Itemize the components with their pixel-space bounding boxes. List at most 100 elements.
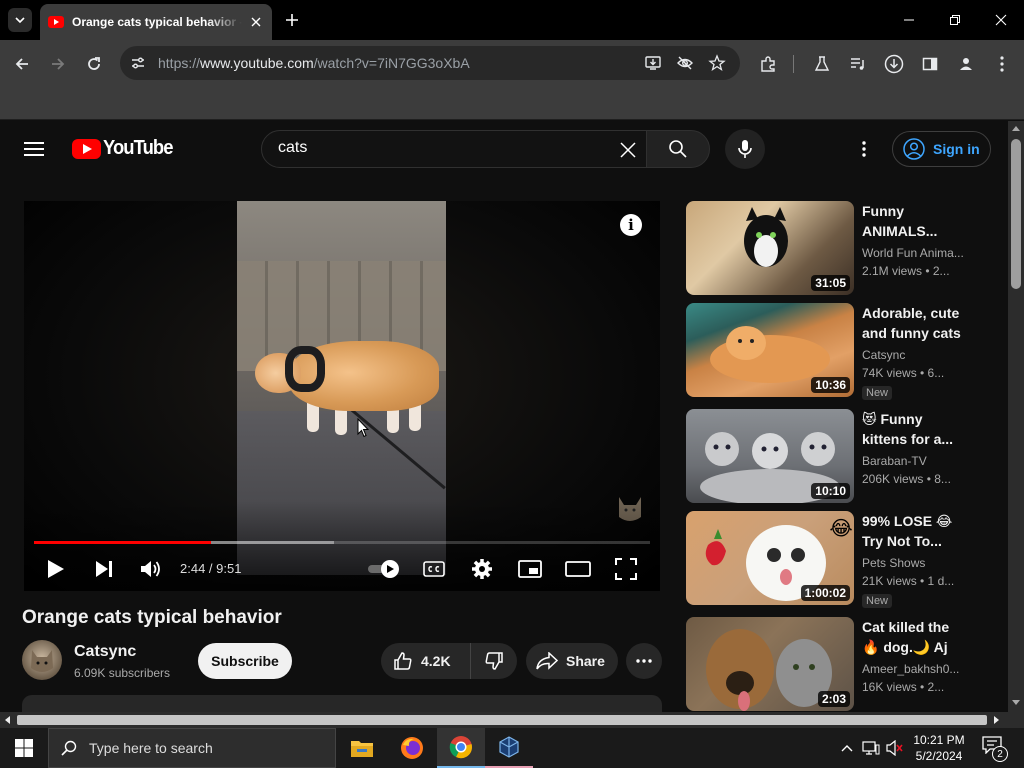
windows-taskbar: Type here to search 10:21 PM 5/2/2024 2 — [0, 728, 1024, 768]
recommendation-channel[interactable]: Ameer_bakhsh0... — [862, 662, 966, 676]
recommendation-item[interactable]: 10:10 😻 Funny kittens for a... Baraban-T… — [686, 409, 986, 505]
recommendation-item[interactable]: 2:03 Cat killed the🔥 dog.🌙 Aj is... Amee… — [686, 617, 986, 712]
network-icon[interactable] — [861, 738, 881, 758]
info-icon[interactable]: i — [620, 214, 642, 236]
theater-mode-button[interactable] — [564, 555, 592, 583]
browser-menu-button[interactable] — [990, 52, 1014, 76]
recommendation-title[interactable]: 99% LOSE 😂 Try Not To... — [862, 511, 966, 551]
search-icon — [61, 740, 77, 756]
install-app-icon[interactable] — [644, 54, 662, 72]
address-bar[interactable]: https://www.youtube.com/watch?v=7iN7GG3o… — [120, 46, 740, 80]
search-input[interactable] — [278, 139, 598, 157]
play-button[interactable] — [42, 555, 70, 583]
recommendation-title[interactable]: Funny ANIMALS... — [862, 201, 966, 241]
recommendation-channel[interactable]: Catsync — [862, 348, 966, 362]
system-clock[interactable]: 10:21 PM 5/2/2024 — [904, 732, 974, 764]
recommendation-thumbnail[interactable]: 31:05 — [686, 201, 854, 295]
description-box[interactable] — [22, 695, 662, 712]
bookmark-star-icon[interactable] — [708, 54, 726, 72]
recommendation-thumbnail[interactable]: 10:36 — [686, 303, 854, 397]
recommendation-item[interactable]: 31:05 Funny ANIMALS... World Fun Anima..… — [686, 201, 986, 297]
recommendation-thumbnail[interactable]: 2:03 — [686, 617, 854, 711]
profile-button[interactable] — [954, 52, 978, 76]
clear-search-icon[interactable] — [616, 138, 640, 162]
side-panel-button[interactable] — [918, 52, 942, 76]
extensions-button[interactable] — [756, 52, 780, 76]
back-button[interactable] — [10, 52, 34, 76]
chrome-app[interactable] — [437, 728, 485, 768]
flask-icon — [813, 55, 831, 73]
tab-search-button[interactable] — [8, 8, 32, 32]
miniplayer-button[interactable] — [516, 555, 544, 583]
settings-button[interactable] — [468, 555, 496, 583]
recommendation-thumbnail[interactable]: 10:10 — [686, 409, 854, 503]
firefox-app[interactable] — [388, 728, 436, 768]
window-minimize-button[interactable] — [886, 0, 932, 40]
settings-menu-button[interactable] — [852, 137, 876, 161]
sign-in-button[interactable]: Sign in — [892, 131, 991, 167]
horizontal-scrollbar[interactable] — [0, 712, 1008, 728]
reload-button[interactable] — [82, 52, 106, 76]
scroll-right-arrow-icon[interactable] — [994, 716, 1000, 724]
more-actions-button[interactable] — [626, 643, 662, 679]
subtitles-button[interactable] — [420, 555, 448, 583]
youtube-logo[interactable]: YouTube — [72, 137, 179, 160]
vertical-scrollbar[interactable] — [1008, 121, 1024, 712]
mute-button[interactable] — [137, 555, 165, 583]
volume-muted-icon[interactable] — [885, 738, 905, 758]
start-button[interactable] — [0, 728, 48, 768]
eye-slash-icon[interactable] — [676, 54, 694, 72]
browser-tab-active[interactable]: Orange cats typical behavior - YouTube — [40, 4, 272, 40]
channel-avatar[interactable] — [22, 640, 62, 680]
like-button[interactable]: 4.2K — [381, 643, 471, 679]
recommendation-title[interactable]: Adorable, cute and funny cats — [862, 303, 966, 343]
virtualbox-app[interactable] — [485, 728, 533, 768]
recommendation-channel[interactable]: Baraban-TV — [862, 454, 966, 468]
playlist-music-icon — [849, 55, 867, 73]
recommendation-item[interactable]: 10:36 Adorable, cute and funny cats Cats… — [686, 303, 986, 400]
taskbar-search[interactable]: Type here to search — [48, 728, 336, 768]
clock-time: 10:21 PM — [913, 733, 965, 747]
recommendation-title[interactable]: 😻 Funny kittens for a... — [862, 409, 966, 449]
person-icon — [958, 56, 974, 72]
recommendation-title[interactable]: Cat killed the🔥 dog.🌙 Aj is... — [862, 617, 966, 657]
play-icon — [47, 559, 65, 579]
recommendation-thumbnail[interactable]: 😂 1:00:02 — [686, 511, 854, 605]
downloads-button[interactable] — [882, 52, 906, 76]
labs-button[interactable] — [810, 52, 834, 76]
chevron-down-icon — [14, 14, 26, 26]
subscribe-button[interactable]: Subscribe — [198, 643, 292, 679]
tab-close-icon[interactable] — [248, 14, 264, 30]
site-settings-icon[interactable] — [130, 55, 146, 71]
recommendation-item[interactable]: 😂 1:00:02 99% LOSE 😂 Try Not To... Pets … — [686, 511, 986, 608]
recommendation-channel[interactable]: Pets Shows — [862, 556, 966, 570]
window-close-button[interactable] — [978, 0, 1024, 40]
subscriber-count: 6.09K subscribers — [74, 666, 171, 680]
media-controls-button[interactable] — [846, 52, 870, 76]
forward-button[interactable] — [46, 52, 70, 76]
vertical-scroll-thumb[interactable] — [1011, 139, 1021, 289]
horizontal-scroll-thumb[interactable] — [17, 715, 987, 725]
voice-search-button[interactable] — [725, 129, 765, 169]
microphone-icon — [737, 139, 753, 159]
progress-bar[interactable] — [34, 541, 650, 544]
fullscreen-button[interactable] — [612, 555, 640, 583]
next-button[interactable] — [90, 555, 118, 583]
new-tab-button[interactable] — [282, 10, 302, 30]
file-explorer-app[interactable] — [338, 728, 386, 768]
channel-name[interactable]: Catsync — [74, 643, 136, 661]
recommendation-channel[interactable]: World Fun Anima... — [862, 246, 966, 260]
autoplay-toggle[interactable] — [366, 559, 402, 579]
more-vertical-icon — [1000, 56, 1004, 72]
share-button[interactable]: Share — [526, 643, 618, 679]
guide-menu-icon[interactable] — [24, 137, 48, 161]
search-button[interactable] — [646, 130, 710, 168]
video-player[interactable]: i 2:44 / 9:51 — [24, 201, 660, 591]
scroll-up-arrow-icon[interactable] — [1012, 125, 1020, 131]
dislike-button[interactable] — [471, 643, 517, 679]
notification-center-button[interactable]: 2 — [982, 736, 1008, 762]
show-hidden-icons-chevron-icon[interactable] — [837, 738, 857, 758]
scroll-down-arrow-icon[interactable] — [1012, 700, 1020, 706]
scroll-left-arrow-icon[interactable] — [4, 716, 10, 724]
window-restore-button[interactable] — [932, 0, 978, 40]
